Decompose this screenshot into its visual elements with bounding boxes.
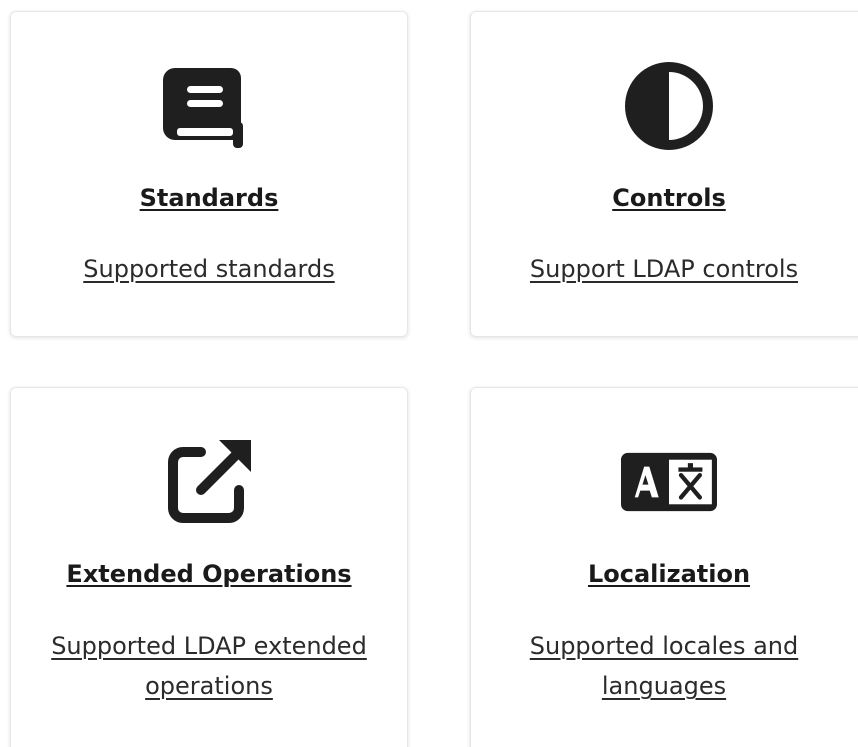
contrast-icon (621, 58, 717, 154)
card-extended-operations[interactable]: Extended Operations Supported LDAP exten… (10, 387, 408, 747)
card-standards[interactable]: Standards Supported standards (10, 11, 408, 337)
card-description-link[interactable]: Supported standards (51, 249, 367, 289)
card-title[interactable]: Controls (471, 182, 858, 214)
card-description-link[interactable]: Supported LDAP extended operations (51, 626, 367, 706)
feature-card-grid: Standards Supported standards Controls S… (0, 0, 858, 747)
external-link-icon (161, 434, 257, 530)
card-description-link[interactable]: Support LDAP controls (491, 249, 837, 289)
card-title[interactable]: Standards (11, 182, 407, 214)
card-controls[interactable]: Controls Support LDAP controls (470, 11, 858, 337)
card-title[interactable]: Localization (471, 558, 858, 590)
translate-icon (621, 434, 717, 530)
card-localization[interactable]: Localization Supported locales and langu… (470, 387, 858, 747)
card-title[interactable]: Extended Operations (11, 558, 407, 590)
card-description-link[interactable]: Supported locales and languages (511, 626, 817, 706)
book-icon (161, 58, 257, 154)
